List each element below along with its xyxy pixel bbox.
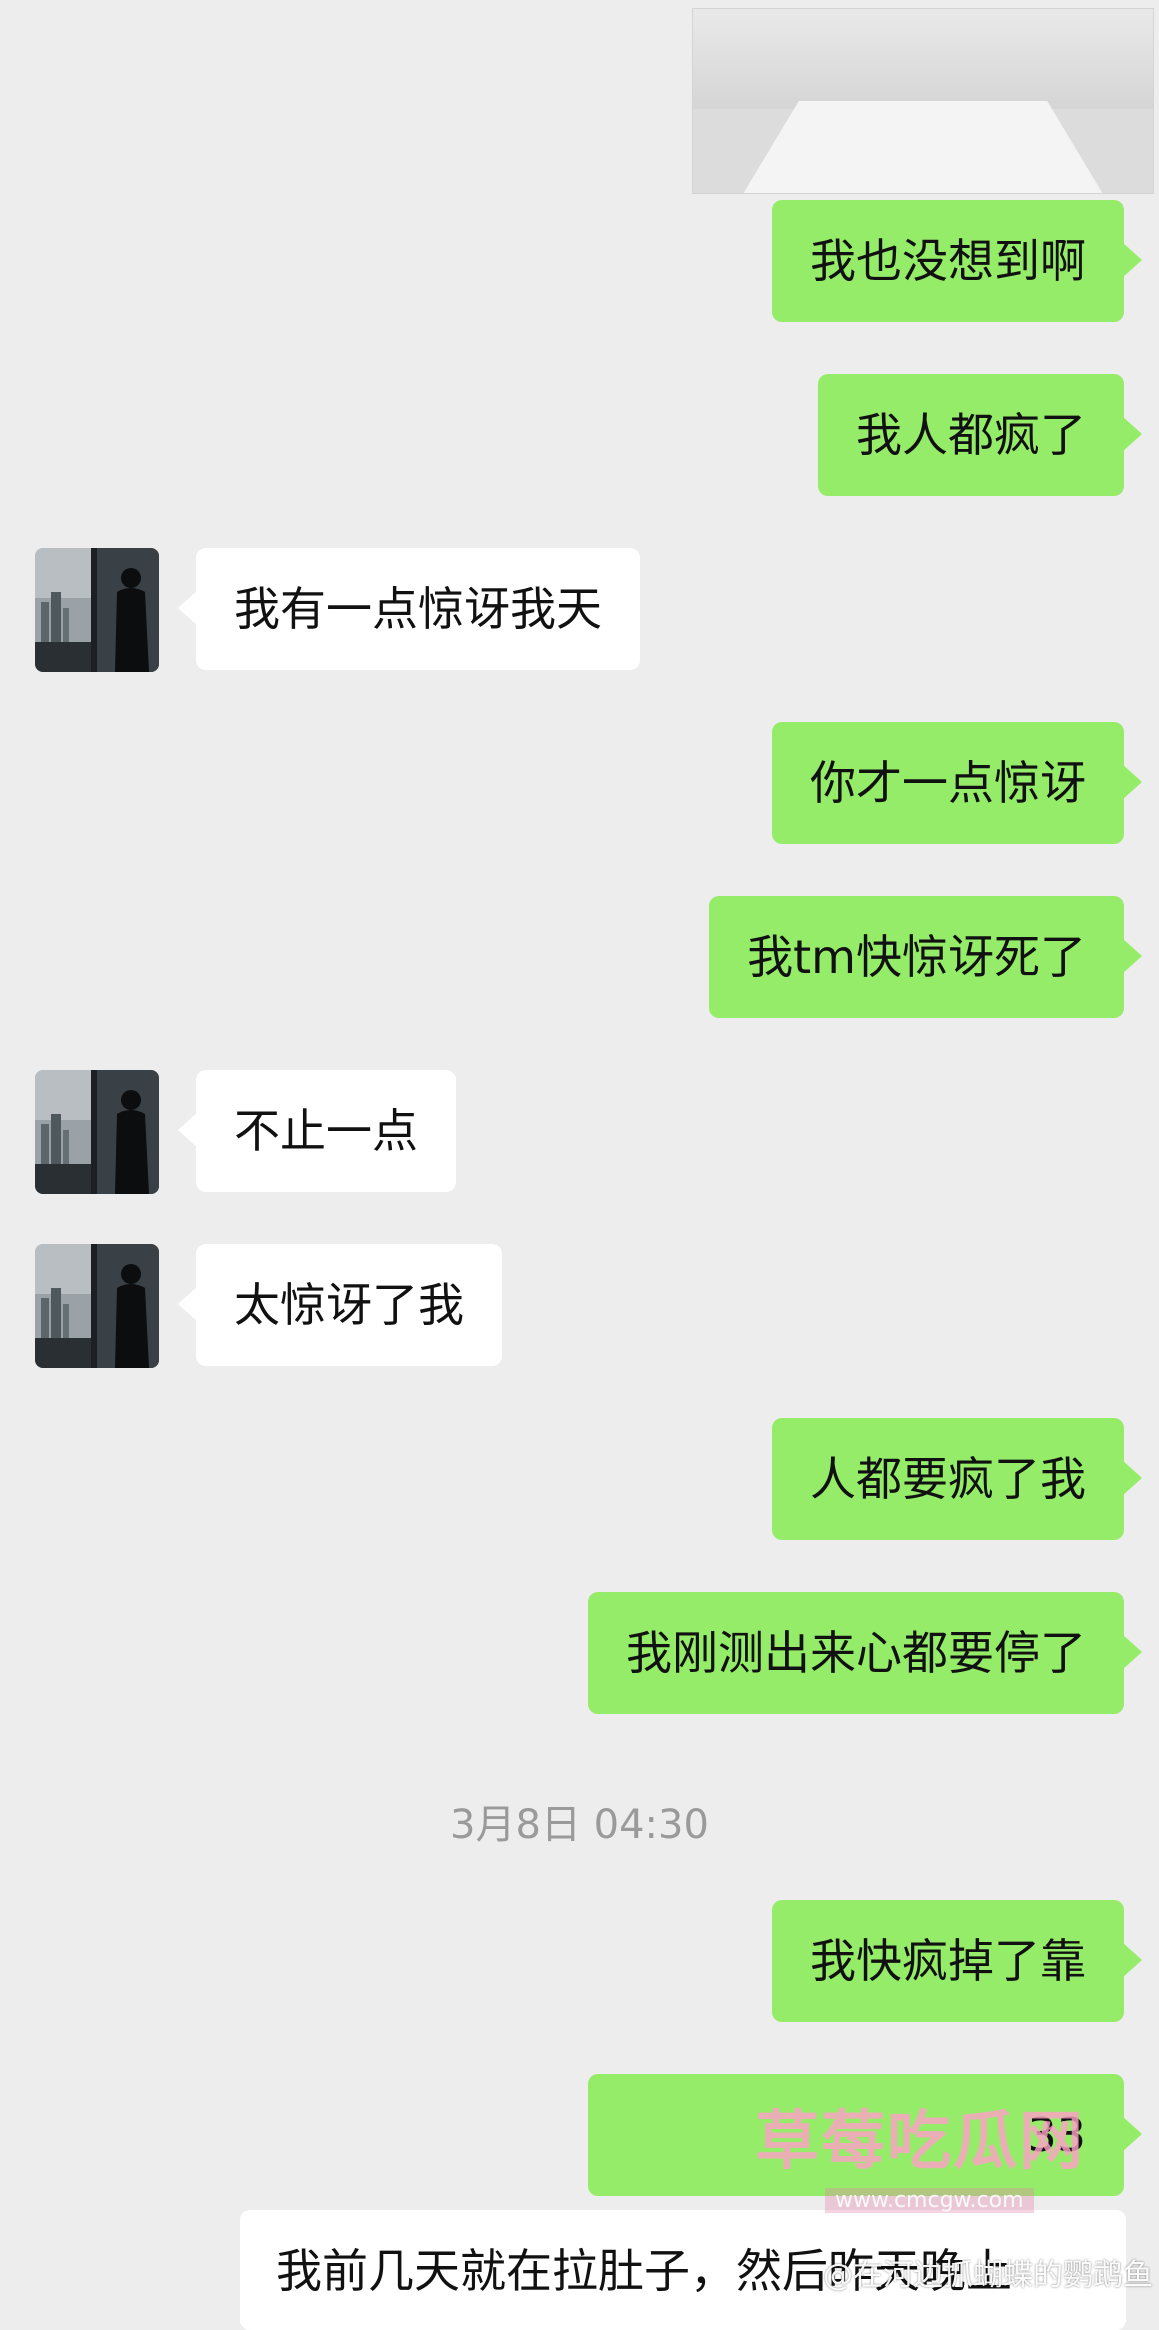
chat-timestamp: 3月8日 04:30: [450, 1802, 709, 1848]
image-shape: [743, 101, 1103, 193]
incoming-bubble[interactable]: 我有一点惊讶我天: [178, 548, 640, 670]
contact-avatar[interactable]: [35, 1070, 159, 1194]
watermark-url: www.cmcgw.com: [825, 2188, 1034, 2213]
outgoing-bubble[interactable]: 我人都疯了: [818, 374, 1142, 496]
outgoing-bubble[interactable]: 你才一点惊讶: [772, 722, 1142, 844]
outgoing-bubble[interactable]: 人都要疯了我: [772, 1418, 1142, 1540]
incoming-bubble[interactable]: 不止一点: [178, 1070, 456, 1192]
watermark-handle: @在河边抓蝴蝶的鹦鹉鱼: [823, 2258, 1153, 2293]
incoming-bubble[interactable]: 太惊讶了我: [178, 1244, 502, 1366]
image-shade: [693, 9, 1153, 109]
outgoing-bubble[interactable]: 我也没想到啊: [772, 200, 1142, 322]
outgoing-bubble[interactable]: 我快疯掉了靠: [772, 1900, 1142, 2022]
image-message[interactable]: [692, 8, 1154, 194]
outgoing-bubble[interactable]: 我刚测出来心都要停了: [588, 1592, 1142, 1714]
watermark-logo: 草莓吃瓜网: [755, 2105, 1085, 2179]
contact-avatar[interactable]: [35, 1244, 159, 1368]
outgoing-bubble[interactable]: 我tm快惊讶死了: [709, 896, 1142, 1018]
contact-avatar[interactable]: [35, 548, 159, 672]
